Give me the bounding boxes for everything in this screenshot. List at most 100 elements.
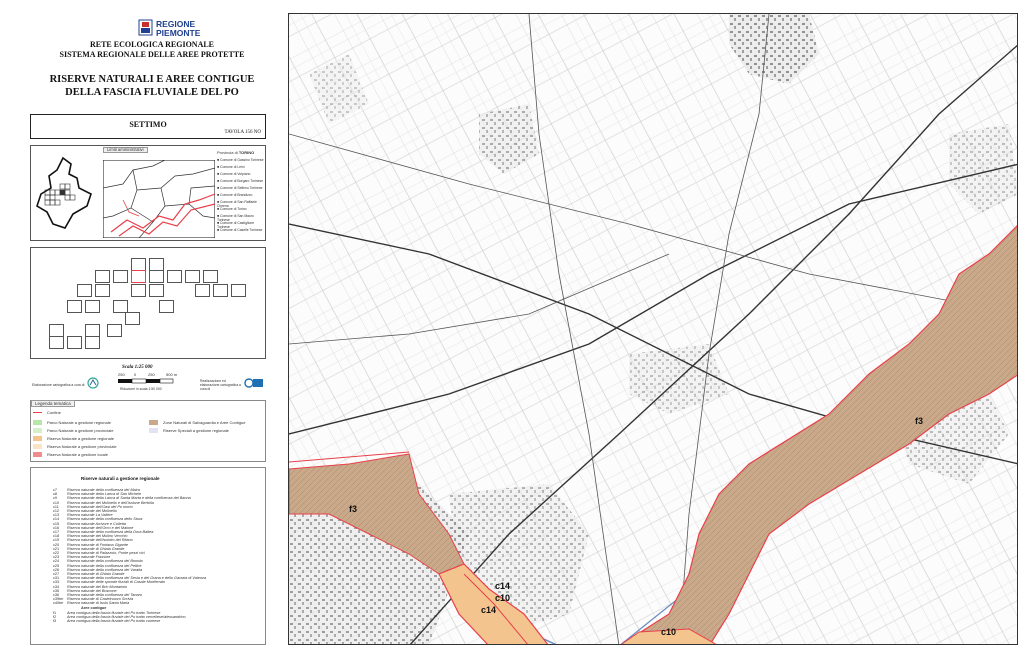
index-cell[interactable] bbox=[125, 312, 140, 325]
scale-tick: 250 bbox=[118, 372, 125, 377]
map-title: RISERVE NATURALI E AREE CONTIGUE DELLA F… bbox=[30, 74, 274, 99]
title-line2: DELLA FASCIA FLUVIALE DEL PO bbox=[65, 86, 239, 98]
contigue-code: f3 bbox=[53, 619, 57, 624]
sheet-index-box bbox=[30, 247, 266, 359]
legend-label: Riserve Speciali a gestione regionale bbox=[163, 428, 229, 433]
index-cell[interactable] bbox=[107, 324, 122, 337]
legend-swatch bbox=[33, 420, 42, 425]
index-cell[interactable] bbox=[77, 284, 92, 297]
network-title: RETE ECOLOGICA REGIONALE SISTEMA REGIONA… bbox=[30, 40, 274, 59]
legend-label: Parco Naturale a gestione regionale bbox=[47, 420, 111, 425]
sheet-name: SETTIMO bbox=[129, 120, 167, 129]
commune-label: Comune di Brandizzo bbox=[220, 193, 253, 197]
map-area[interactable]: f3 f3 c14 c10 c14 c10 bbox=[288, 13, 1018, 645]
index-cell[interactable] bbox=[231, 284, 246, 297]
commune-item: ■ Comune di Gassino Torinese bbox=[217, 158, 264, 162]
index-cell[interactable] bbox=[67, 300, 82, 313]
index-cell[interactable] bbox=[149, 284, 164, 297]
index-cell[interactable] bbox=[85, 300, 100, 313]
communes-map bbox=[103, 160, 215, 238]
sheet-box: SETTIMO TAVOLA 156 NO bbox=[30, 114, 266, 139]
network-line1: RETE ECOLOGICA REGIONALE bbox=[89, 40, 215, 49]
index-cell[interactable] bbox=[195, 284, 210, 297]
legend-swatch bbox=[149, 420, 158, 425]
logo-line1: REGIONE bbox=[156, 19, 196, 29]
scale-tick: 500 m bbox=[166, 372, 178, 377]
region-logo: REGIONE PIEMONTE bbox=[138, 19, 202, 39]
legend-label: Riserva Naturale a gestione locale bbox=[47, 452, 108, 457]
commune-item: ■ Comune di San Mauro Torinese bbox=[217, 214, 254, 222]
contigue-name: Area contigua della fascia fluviale del … bbox=[67, 619, 161, 624]
scale-tick: 0 bbox=[134, 372, 137, 377]
legend-swatch bbox=[33, 412, 42, 413]
scale-area: Scala 1:25 000 250 0 250 500 m Elaborazi… bbox=[30, 363, 266, 397]
scale-bar bbox=[118, 378, 174, 384]
map-label-c14: c14 bbox=[495, 581, 511, 591]
scale-title: Scala 1:25 000 bbox=[122, 365, 153, 370]
map-label-c10: c10 bbox=[495, 593, 511, 603]
commune-item: ■ Comune di San Raffaele Cimena bbox=[217, 200, 257, 208]
legend-label: Zone Naturali di Salvaguardia e Aree Con… bbox=[163, 420, 246, 425]
legend-box: Legenda tematica Confine Parco Naturale … bbox=[30, 400, 266, 462]
index-cell[interactable] bbox=[85, 336, 100, 349]
reserve-code: c40ter bbox=[53, 601, 64, 606]
scale-note: Riduzione in scala 1:50 000 bbox=[120, 387, 162, 391]
map-label-f3-west: f3 bbox=[349, 504, 358, 514]
legend-title: Legenda tematica bbox=[31, 400, 75, 407]
logo-line2: PIEMONTE bbox=[156, 28, 201, 38]
commune-label: Comune di Leini bbox=[220, 165, 245, 169]
commune-item: ■ Comune di Brandizzo bbox=[217, 193, 253, 197]
commune-item: ■ Comune di Settimo Torinese bbox=[217, 186, 263, 190]
admin-title: Limiti amministrativi bbox=[103, 147, 148, 153]
province-header: Provincia di TORINO bbox=[217, 151, 254, 155]
legend-label: Parco Naturale a gestione provinciale bbox=[47, 428, 114, 433]
index-cell-current[interactable] bbox=[131, 270, 146, 283]
communes-list: ■ Comune di Gassino Torinese ■ Comune di… bbox=[217, 158, 265, 235]
commune-label: Comune di Volpiano bbox=[220, 172, 251, 176]
commune-label: Comune di Caselle Torinese bbox=[220, 228, 263, 232]
index-cell[interactable] bbox=[49, 336, 64, 349]
commune-label: Comune di Gassino Torinese bbox=[220, 158, 264, 162]
legend-swatch bbox=[33, 436, 42, 441]
index-cell[interactable] bbox=[131, 284, 146, 297]
commune-item: ■ Comune di Torino bbox=[217, 207, 247, 211]
index-cell[interactable] bbox=[113, 270, 128, 283]
map-label-f3-east: f3 bbox=[915, 416, 924, 426]
index-cell[interactable] bbox=[213, 284, 228, 297]
title-line1: RISERVE NATURALI E AREE CONTIGUE bbox=[49, 74, 255, 85]
contigue-title: Aree contigue bbox=[81, 606, 107, 611]
region-crest-icon bbox=[138, 19, 153, 36]
commune-label: Comune di Borgaro Torinese bbox=[220, 179, 264, 183]
legend-swatch bbox=[149, 428, 158, 433]
index-cell[interactable] bbox=[95, 284, 110, 297]
commune-item: ■ Comune di Castiglione Torinese bbox=[217, 221, 255, 229]
credit-left: Elaborazione cartografica a cura di bbox=[32, 383, 85, 387]
map-label-c14-lower: c14 bbox=[481, 605, 497, 615]
commune-item: ■ Comune di Leini bbox=[217, 165, 245, 169]
map-canvas[interactable] bbox=[289, 14, 1018, 645]
admin-limits-box: Limiti amministrativi Provincia di TORIN… bbox=[30, 145, 266, 241]
index-cell[interactable] bbox=[67, 336, 82, 349]
legend-label: Confine bbox=[47, 410, 61, 415]
commune-label: Comune di Settimo Torinese bbox=[220, 186, 263, 190]
province-label: Provincia di bbox=[217, 150, 238, 155]
legend-swatch bbox=[33, 428, 42, 433]
index-cell[interactable] bbox=[203, 270, 218, 283]
reserve-name: Riserva naturale di Isola Santa Maria bbox=[67, 601, 130, 606]
index-cell[interactable] bbox=[185, 270, 200, 283]
sheet-tavola: TAVOLA 156 NO bbox=[224, 130, 261, 135]
network-line2: SISTEMA REGIONALE DELLE AREE PROTETTE bbox=[59, 49, 245, 59]
commune-label: Comune di Torino bbox=[220, 207, 247, 211]
csi-logo-icon bbox=[244, 378, 263, 388]
legend-label: Riserva Naturale a gestione provinciale bbox=[47, 444, 117, 449]
legend-swatch bbox=[33, 444, 42, 449]
index-cell[interactable] bbox=[167, 270, 182, 283]
province-name: TORINO bbox=[238, 150, 255, 155]
reserves-list-box: Riserve naturali a gestione regionale c7… bbox=[30, 467, 266, 645]
legend-swatch bbox=[33, 452, 42, 457]
index-cell[interactable] bbox=[159, 300, 174, 313]
index-cell[interactable] bbox=[149, 270, 164, 283]
contigue-row: f3 Area contigua della fascia fluviale de… bbox=[53, 619, 160, 623]
reserve-row: c40ter Riserva naturale di Isola Santa Ma… bbox=[53, 601, 129, 605]
index-cell[interactable] bbox=[95, 270, 110, 283]
